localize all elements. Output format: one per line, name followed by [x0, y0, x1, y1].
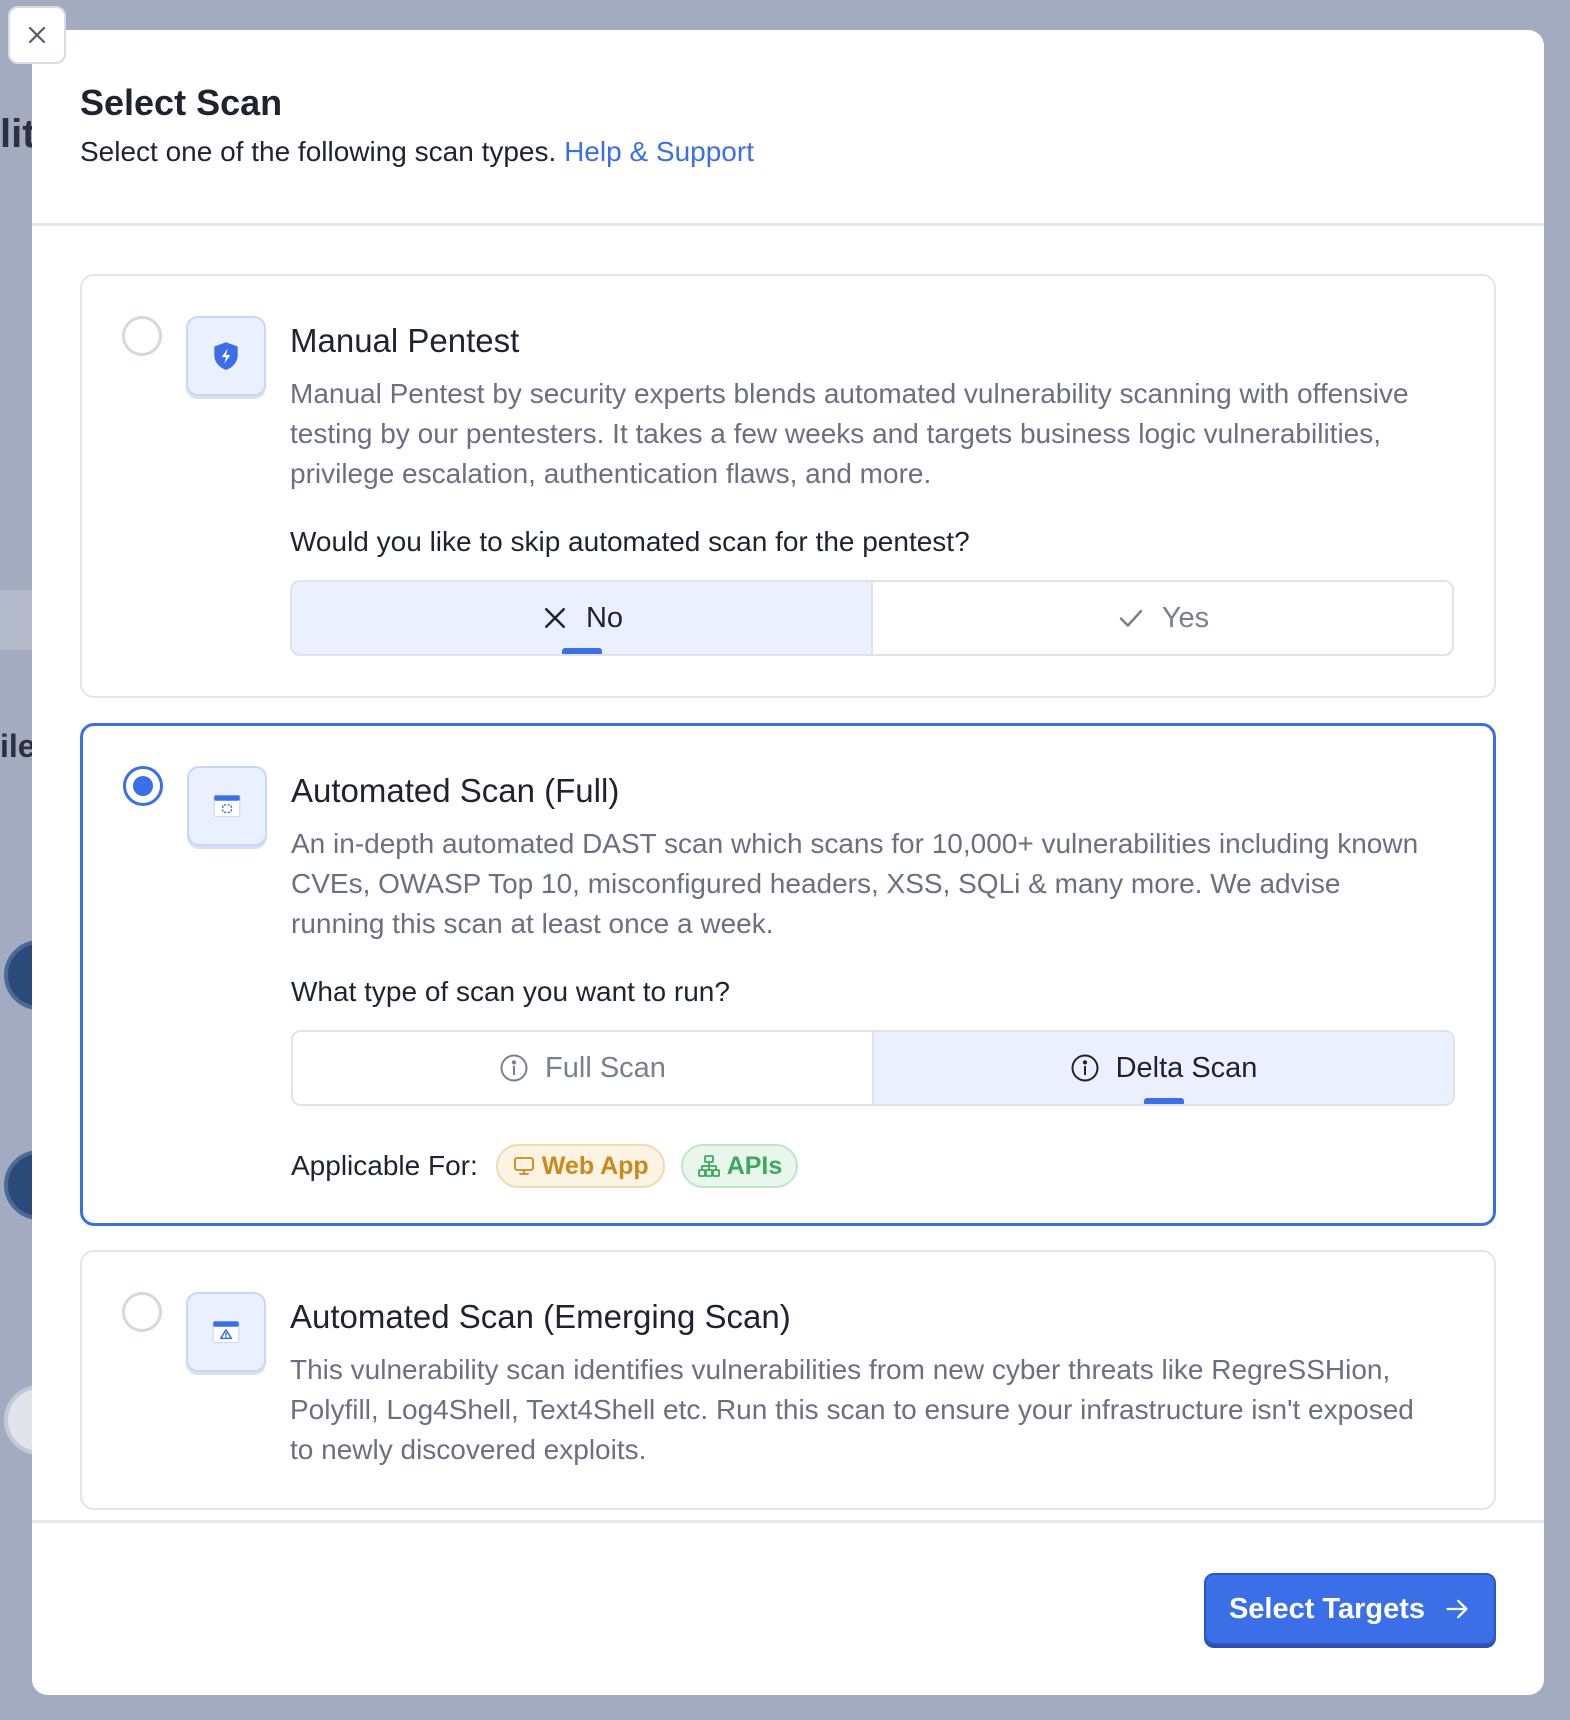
- info-icon: [1071, 1054, 1099, 1082]
- modal-header: Select Scan Select one of the following …: [32, 30, 1544, 226]
- tag-web-app: Web App: [495, 1144, 665, 1188]
- skip-automated-toggle: No Yes: [290, 580, 1454, 656]
- skip-automated-question: Would you like to skip automated scan fo…: [290, 526, 970, 557]
- select-targets-label: Select Targets: [1228, 1592, 1426, 1625]
- check-icon: [1119, 609, 1143, 627]
- choice-label: Delta Scan: [1115, 1051, 1258, 1084]
- modal-title: Select Scan: [80, 82, 283, 123]
- skip-automated-no-button[interactable]: No: [292, 582, 871, 654]
- scan-type-question: What type of scan you want to run?: [291, 976, 730, 1007]
- background-label-fragment: ile: [0, 728, 36, 764]
- full-scan-button[interactable]: Full Scan: [293, 1032, 872, 1104]
- browser-scan-icon: [187, 766, 267, 846]
- radio-manual-pentest[interactable]: [122, 316, 162, 356]
- option-title: Automated Scan (Full): [291, 772, 620, 809]
- monitor-icon: [513, 1157, 534, 1175]
- modal-subtitle: Select one of the following scan types. …: [80, 136, 754, 168]
- background-heading-fragment: lit: [0, 112, 36, 156]
- shield-bolt-icon: [186, 316, 266, 396]
- close-icon: [28, 26, 46, 44]
- help-support-link[interactable]: Help & Support: [564, 136, 754, 167]
- x-icon: [544, 608, 565, 628]
- select-targets-button[interactable]: Select Targets: [1204, 1573, 1496, 1645]
- close-button[interactable]: [8, 6, 66, 64]
- tag-apis: APIs: [680, 1144, 799, 1188]
- option-title: Manual Pentest: [290, 322, 520, 359]
- scan-option-automated-full[interactable]: Automated Scan (Full) An in-depth automa…: [80, 723, 1496, 1226]
- info-icon: [500, 1054, 528, 1082]
- select-scan-modal: Select Scan Select one of the following …: [32, 30, 1544, 1695]
- applicable-for-label: Applicable For:: [291, 1150, 478, 1181]
- modal-footer: Select Targets: [32, 1520, 1544, 1695]
- skip-automated-yes-button[interactable]: Yes: [871, 582, 1452, 654]
- modal-subtitle-text: Select one of the following scan types.: [80, 136, 557, 167]
- applicable-for: Applicable For: Web App APIs: [291, 1144, 799, 1188]
- option-title: Automated Scan (Emerging Scan): [290, 1298, 791, 1335]
- tag-label: Web App: [541, 1151, 649, 1180]
- scan-option-automated-emerging[interactable]: Automated Scan (Emerging Scan) This vuln…: [80, 1250, 1496, 1510]
- choice-label: No: [585, 601, 624, 634]
- choice-label: Yes: [1161, 601, 1210, 634]
- delta-scan-button[interactable]: Delta Scan: [872, 1032, 1453, 1104]
- radio-automated-full[interactable]: [123, 766, 163, 806]
- arrow-right-icon: [1446, 1599, 1468, 1619]
- radio-automated-emerging[interactable]: [122, 1292, 162, 1332]
- scan-type-toggle: Full Scan Delta Scan: [291, 1030, 1455, 1106]
- browser-warning-icon: [186, 1292, 266, 1372]
- api-tree-icon: [697, 1155, 720, 1177]
- option-description: This vulnerability scan identifies vulne…: [290, 1354, 1414, 1465]
- tag-label: APIs: [726, 1151, 783, 1180]
- option-description: Manual Pentest by security experts blend…: [290, 378, 1409, 489]
- scan-option-manual-pentest[interactable]: Manual Pentest Manual Pentest by securit…: [80, 274, 1496, 698]
- option-description: An in-depth automated DAST scan which sc…: [291, 828, 1419, 939]
- choice-label: Full Scan: [545, 1051, 666, 1084]
